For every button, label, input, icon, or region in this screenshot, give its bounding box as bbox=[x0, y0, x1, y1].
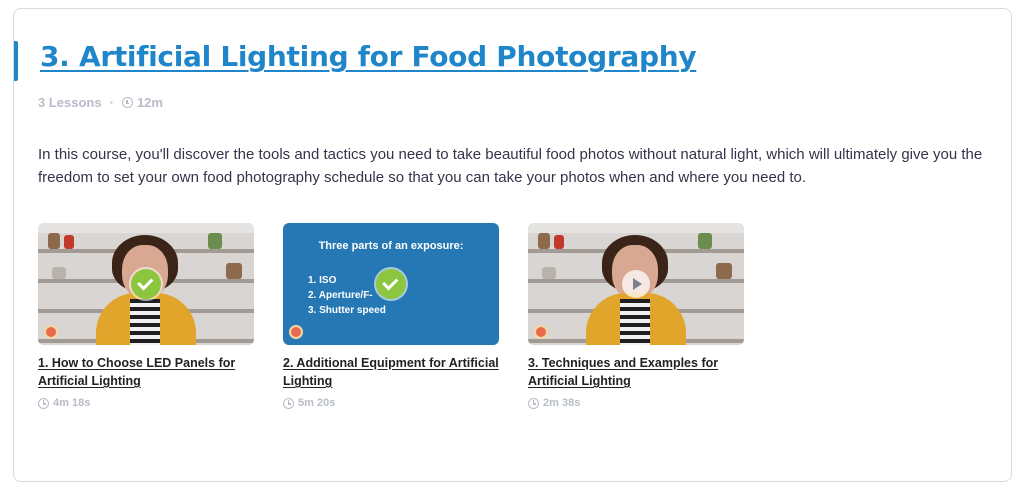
slide-list-item: 2. Aperture/F- bbox=[308, 290, 373, 301]
clock-icon bbox=[38, 397, 49, 409]
lesson-thumbnail[interactable]: Three parts of an exposure: 1. ISO 2. Ap… bbox=[283, 223, 499, 345]
lesson-thumbnail[interactable] bbox=[528, 223, 744, 345]
course-duration: 12m bbox=[136, 95, 163, 110]
jar-shape bbox=[52, 267, 66, 279]
lessons-count: 3 Lessons bbox=[38, 95, 102, 110]
lesson-card: 1. How to Choose LED Panels for Artifici… bbox=[38, 223, 254, 409]
lesson-duration-text: 4m 18s bbox=[53, 397, 91, 409]
jar-shape bbox=[64, 235, 74, 249]
lesson-duration-text: 2m 38s bbox=[543, 397, 581, 409]
person-shirt bbox=[130, 299, 160, 345]
course-card: 3. Artificial Lighting for Food Photogra… bbox=[13, 8, 1012, 482]
jar-shape bbox=[226, 263, 242, 279]
lesson-card: 3. Techniques and Examples for Artificia… bbox=[528, 223, 744, 409]
lesson-duration-text: 5m 20s bbox=[298, 397, 336, 409]
lesson-card: Three parts of an exposure: 1. ISO 2. Ap… bbox=[283, 223, 499, 409]
lesson-title-link[interactable]: 1. How to Choose LED Panels for Artifici… bbox=[38, 354, 254, 390]
check-icon bbox=[131, 269, 161, 299]
jar-shape bbox=[48, 233, 60, 249]
jar-shape bbox=[208, 233, 222, 249]
person-shirt bbox=[620, 299, 650, 345]
slide-heading: Three parts of an exposure: bbox=[318, 240, 464, 252]
jar-shape bbox=[542, 267, 556, 279]
check-icon bbox=[376, 269, 406, 299]
course-title-link[interactable]: 3. Artificial Lighting for Food Photogra… bbox=[40, 40, 697, 73]
lesson-thumbnail[interactable] bbox=[38, 223, 254, 345]
accent-bar bbox=[14, 41, 18, 81]
brand-logo-icon bbox=[289, 325, 303, 339]
lesson-duration: 4m 18s bbox=[38, 397, 254, 409]
jar-shape bbox=[716, 263, 732, 279]
course-meta: 3 Lessons · 12m bbox=[38, 95, 163, 110]
slide-list-item: 3. Shutter speed bbox=[308, 305, 386, 316]
clock-icon bbox=[121, 97, 133, 108]
play-icon[interactable] bbox=[622, 270, 650, 298]
slide-list-item: 1. ISO bbox=[308, 275, 337, 286]
course-description: In this course, you'll discover the tool… bbox=[38, 146, 983, 186]
clock-icon bbox=[283, 397, 294, 409]
jar-shape bbox=[538, 233, 550, 249]
lesson-title-link[interactable]: 3. Techniques and Examples for Artificia… bbox=[528, 354, 744, 390]
meta-separator: · bbox=[109, 95, 114, 110]
lesson-duration: 5m 20s bbox=[283, 397, 499, 409]
jar-shape bbox=[554, 235, 564, 249]
lesson-duration: 2m 38s bbox=[528, 397, 744, 409]
jar-shape bbox=[698, 233, 712, 249]
lesson-title-link[interactable]: 2. Additional Equipment for Artificial L… bbox=[283, 354, 499, 390]
brand-logo-icon bbox=[534, 325, 548, 339]
slide-list: 1. ISO 2. Aperture/F- 3. Shutter speed bbox=[308, 273, 386, 318]
brand-logo-icon bbox=[44, 325, 58, 339]
clock-icon bbox=[528, 397, 539, 409]
